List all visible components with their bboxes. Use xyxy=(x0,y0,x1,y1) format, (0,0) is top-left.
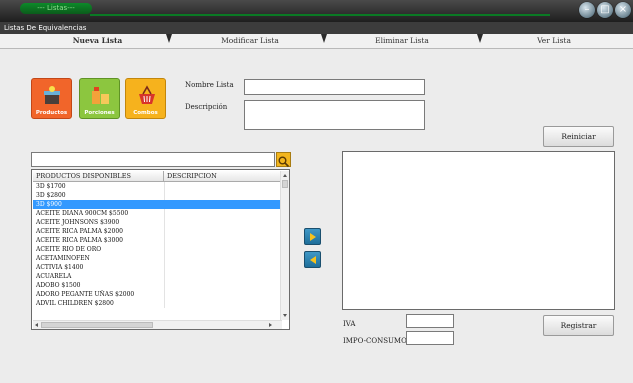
impo-consumo-label: IMPO-CONSUMO xyxy=(343,337,407,345)
product-cell: ADORO PEGANTE UÑAS $2000 xyxy=(36,291,135,298)
product-cell: ACEITE RICA PALMA $3000 xyxy=(36,237,123,244)
window-title: --- Listas--- xyxy=(20,3,92,14)
scrollbar-thumb[interactable] xyxy=(41,322,153,328)
table-row[interactable]: ACEITE DIANA 900CM $5500 xyxy=(33,209,282,218)
scrollbar-thumb[interactable] xyxy=(282,180,288,188)
table-row[interactable]: ADORO PEGANTE UÑAS $2000 xyxy=(33,290,282,299)
product-cell: 3D $900 xyxy=(36,201,62,208)
tab-nueva-lista[interactable]: Nueva Lista xyxy=(20,34,175,47)
search-input[interactable] xyxy=(31,152,275,167)
search-icon xyxy=(278,156,290,168)
table-row[interactable]: ADVIL CHILDREN $2800 xyxy=(33,299,282,308)
title-bar-decoration xyxy=(90,3,550,16)
table-body: 3D $1700 3D $2800 3D $900 ACEITE DIANA 9… xyxy=(33,182,282,308)
impo-consumo-input[interactable] xyxy=(406,331,454,345)
box-icon xyxy=(44,86,60,104)
basket-icon xyxy=(139,85,155,104)
menu-bar: Listas De Equivalencias xyxy=(0,22,633,34)
product-cell: ADVIL CHILDREN $2800 xyxy=(36,300,114,307)
scroll-left-icon[interactable] xyxy=(34,321,40,329)
table-row[interactable]: ACEITE RICA PALMA $2000 xyxy=(33,227,282,236)
product-cell: 3D $1700 xyxy=(36,183,66,190)
category-combos-button[interactable]: Combos xyxy=(125,78,166,119)
product-cell: 3D $2800 xyxy=(36,192,66,199)
nombre-lista-label: Nombre Lista xyxy=(185,81,234,89)
close-button[interactable]: × xyxy=(615,2,631,18)
vertical-scrollbar[interactable] xyxy=(280,171,289,320)
descripcion-input[interactable] xyxy=(244,100,425,130)
category-productos-button[interactable]: Productos xyxy=(31,78,72,119)
product-cell: ACTIVIA $1400 xyxy=(36,264,84,271)
scroll-right-icon[interactable] xyxy=(267,321,273,329)
scroll-up-icon[interactable] xyxy=(281,172,289,178)
nombre-lista-input[interactable] xyxy=(244,79,425,95)
table-row[interactable]: ACUARELA xyxy=(33,272,282,281)
tab-ver-lista[interactable]: Ver Lista xyxy=(479,34,629,47)
table-row[interactable]: ACTIVIA $1400 xyxy=(33,263,282,272)
tab-bar: Nueva Lista Modificar Lista Eliminar Lis… xyxy=(0,34,633,49)
product-cell: ACEITE RIO DE ORO xyxy=(36,246,102,253)
iva-input[interactable] xyxy=(406,314,454,328)
table-row[interactable]: ACETAMINOFEN xyxy=(33,254,282,263)
table-row[interactable]: 3D $1700 xyxy=(33,182,282,191)
tab-eliminar-lista[interactable]: Eliminar Lista xyxy=(325,34,479,47)
category-porciones-button[interactable]: Porciones xyxy=(79,78,120,119)
registrar-button[interactable]: Registrar xyxy=(543,315,614,336)
column-header-productos[interactable]: PRODUCTOS DISPONIBLES xyxy=(33,171,164,182)
products-table[interactable]: PRODUCTOS DISPONIBLES DESCRIPCION 3D $17… xyxy=(31,169,290,330)
tab-modificar-lista[interactable]: Modificar Lista xyxy=(175,34,325,47)
portions-icon xyxy=(92,87,109,104)
table-row[interactable]: ACEITE RICA PALMA $3000 xyxy=(33,236,282,245)
scroll-down-icon[interactable] xyxy=(281,313,289,319)
table-row[interactable]: ACEITE RIO DE ORO xyxy=(33,245,282,254)
product-cell: ADOBO $1500 xyxy=(36,282,81,289)
product-cell: ACETAMINOFEN xyxy=(36,255,90,262)
product-cell: ACEITE DIANA 900CM $5500 xyxy=(36,210,129,217)
product-cell: ACEITE JOHNSONS $3900 xyxy=(36,219,120,226)
remove-item-button[interactable] xyxy=(304,251,321,268)
iva-label: IVA xyxy=(343,320,356,328)
arrow-right-icon xyxy=(310,233,316,241)
table-row-selected[interactable]: 3D $900 xyxy=(33,200,282,209)
application-window: --- Listas--- – □ × Listas De Equivalenc… xyxy=(0,0,633,383)
menu-item-listas-de-equivalencias[interactable]: Listas De Equivalencias xyxy=(4,22,86,34)
product-cell: ACUARELA xyxy=(36,273,72,280)
search-button[interactable] xyxy=(276,152,291,168)
category-label: Combos xyxy=(133,110,158,116)
table-row[interactable]: ADOBO $1500 xyxy=(33,281,282,290)
reiniciar-button[interactable]: Reiniciar xyxy=(543,126,614,147)
category-label: Productos xyxy=(35,110,68,116)
title-bar[interactable]: --- Listas--- – □ × xyxy=(0,0,633,22)
maximize-button[interactable]: □ xyxy=(597,2,613,18)
column-header-descripcion[interactable]: DESCRIPCION xyxy=(164,171,282,182)
selected-items-list[interactable] xyxy=(342,151,615,310)
product-cell: ACEITE RICA PALMA $2000 xyxy=(36,228,123,235)
table-row[interactable]: 3D $2800 xyxy=(33,191,282,200)
minimize-button[interactable]: – xyxy=(579,2,595,18)
arrow-left-icon xyxy=(310,256,316,264)
table-row[interactable]: ACEITE JOHNSONS $3900 xyxy=(33,218,282,227)
add-item-button[interactable] xyxy=(304,228,321,245)
horizontal-scrollbar[interactable] xyxy=(33,320,282,329)
category-label: Porciones xyxy=(84,110,115,116)
descripcion-label: Descripción xyxy=(185,103,228,111)
